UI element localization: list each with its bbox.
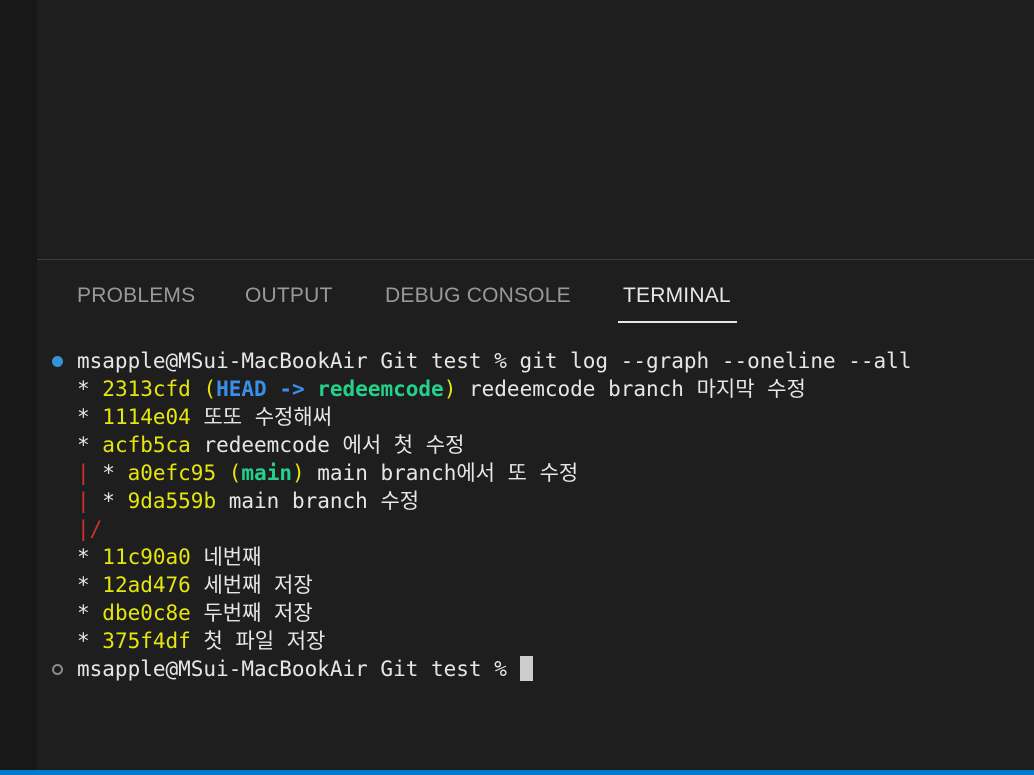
commit-hash: 375f4df (102, 629, 191, 653)
active-tab-indicator (618, 321, 737, 323)
commit-hash: a0efc95 (127, 461, 217, 485)
tab-problems[interactable]: PROBLEMS (77, 284, 195, 308)
log-line: * 375f4df 첫 파일 저장 (77, 627, 325, 655)
graph-node: * (102, 489, 128, 513)
graph-merge-line: |/ (77, 517, 103, 541)
commit-hash: 2313cfd (102, 377, 191, 401)
graph-branch-line: | (77, 461, 103, 485)
commit-hash: 12ad476 (102, 573, 191, 597)
refs-open: ( (216, 461, 242, 485)
tab-terminal[interactable]: TERMINAL (623, 284, 731, 308)
commit-message: main branch 수정 (216, 489, 420, 513)
activity-bar (0, 0, 37, 775)
terminal-input-line[interactable]: msapple@MSui-MacBookAir Git test % (77, 655, 533, 683)
terminal-prompt: msapple@MSui-MacBookAir Git test % (77, 349, 507, 373)
graph-node: * (77, 377, 103, 401)
commit-message: redeemcode branch 마지막 수정 (456, 377, 806, 401)
terminal-command-line: msapple@MSui-MacBookAir Git test % git l… (77, 347, 911, 375)
log-line: * 1114e04 또또 수정해써 (77, 403, 332, 431)
refs-close: ) (291, 461, 305, 485)
commit-message: 세번째 저장 (190, 573, 313, 597)
terminal-cursor (519, 656, 533, 681)
graph-node: * (77, 601, 103, 625)
bottom-panel: PROBLEMS OUTPUT DEBUG CONSOLE TERMINAL m… (37, 259, 1034, 771)
graph-node: * (77, 545, 103, 569)
commit-hash: 1114e04 (102, 405, 191, 429)
commit-message: 첫 파일 저장 (190, 629, 326, 653)
commit-message: 네번째 (190, 545, 262, 569)
vscode-window: PROBLEMS OUTPUT DEBUG CONSOLE TERMINAL m… (0, 0, 1034, 775)
log-line: |/ (77, 515, 102, 543)
graph-node: * (77, 629, 103, 653)
graph-node: * (77, 573, 103, 597)
branch-ref: redeemcode (317, 377, 444, 401)
refs-open: ( (190, 377, 217, 401)
command-success-dot-icon[interactable] (52, 356, 63, 367)
graph-node: * (102, 461, 128, 485)
log-line: * 12ad476 세번째 저장 (77, 571, 313, 599)
log-line: * acfb5ca redeemcode 에서 첫 수정 (77, 431, 464, 459)
command-pending-dot-icon[interactable] (52, 664, 63, 675)
status-bar (0, 770, 1034, 775)
branch-ref: main (241, 461, 292, 485)
graph-branch-line: | (77, 489, 103, 513)
terminal-output[interactable]: msapple@MSui-MacBookAir Git test % git l… (37, 347, 1034, 767)
commit-message: main branch에서 또 수정 (304, 461, 579, 485)
tab-output[interactable]: OUTPUT (245, 284, 333, 308)
commit-hash: acfb5ca (102, 433, 191, 457)
log-line: * dbe0c8e 두번째 저장 (77, 599, 313, 627)
log-line: | * a0efc95 (main) main branch에서 또 수정 (77, 459, 578, 487)
terminal-prompt: msapple@MSui-MacBookAir Git test % (77, 657, 507, 681)
tab-debug-console[interactable]: DEBUG CONSOLE (385, 284, 571, 308)
commit-message: redeemcode 에서 첫 수정 (190, 433, 465, 457)
panel-tab-bar: PROBLEMS OUTPUT DEBUG CONSOLE TERMINAL (37, 260, 1034, 324)
editor-area (37, 0, 1034, 259)
commit-hash: 11c90a0 (102, 545, 191, 569)
terminal-command: git log --graph --oneline --all (519, 349, 912, 373)
commit-message: 두번째 저장 (190, 601, 313, 625)
refs-close: ) (443, 377, 457, 401)
commit-hash: 9da559b (127, 489, 217, 513)
log-line: | * 9da559b main branch 수정 (77, 487, 419, 515)
graph-node: * (77, 405, 103, 429)
commit-hash: dbe0c8e (102, 601, 191, 625)
commit-message: 또또 수정해써 (190, 405, 333, 429)
graph-node: * (77, 433, 103, 457)
log-line: * 11c90a0 네번째 (77, 543, 261, 571)
head-ref: HEAD -> (216, 377, 318, 401)
log-line: * 2313cfd (HEAD -> redeemcode) redeemcod… (77, 375, 806, 403)
